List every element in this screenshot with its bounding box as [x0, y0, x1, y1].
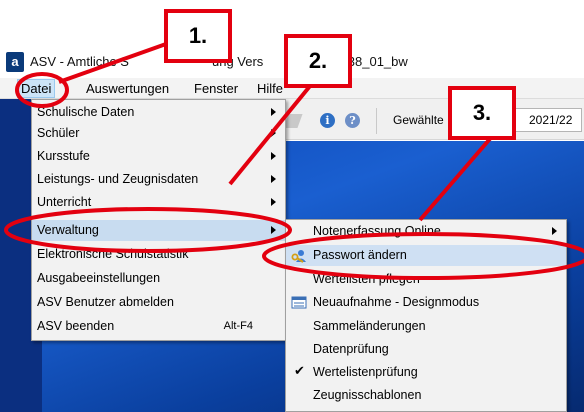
submenu-arrow-icon	[271, 152, 276, 160]
submenu-arrow-icon	[271, 108, 276, 116]
menu-item-zeugnisschablonen[interactable]: Zeugnisschablonen	[286, 385, 566, 406]
menu-item-datenpruefung[interactable]: Datenprüfung	[286, 339, 566, 360]
submenu-arrow-icon	[552, 227, 557, 235]
menu-item-sammelaenderungen[interactable]: Sammeländerungen	[286, 316, 566, 337]
menu-item-leistungsdaten[interactable]: Leistungs- und Zeugnisdaten	[32, 169, 285, 190]
submenu-arrow-icon	[271, 226, 276, 234]
submenu-arrow-icon	[271, 198, 276, 206]
step-2-label: 2.	[284, 34, 352, 88]
menu-item-kursstufe[interactable]: Kursstufe	[32, 146, 285, 167]
menu-item-schulstatistik[interactable]: Elektronische Schulstatistik	[32, 244, 285, 265]
menu-item-neuaufnahme[interactable]: Neuaufnahme - Designmodus	[286, 292, 566, 313]
submenu-arrow-icon	[271, 175, 276, 183]
menu-item-wertelistenpruefung[interactable]: ✔ Wertelistenprüfung	[286, 362, 566, 383]
info-icon[interactable]: i	[320, 113, 335, 128]
menu-hilfe[interactable]: Hilfe	[257, 81, 283, 96]
submenu-arrow-icon	[271, 129, 276, 137]
menu-auswertungen[interactable]: Auswertungen	[86, 81, 169, 96]
help-icon[interactable]: ?	[345, 113, 360, 128]
key-person-icon	[291, 250, 306, 263]
menu-item-notenerfassung[interactable]: Notenerfassung Online	[286, 221, 566, 242]
verwaltung-submenu: Notenerfassung Online Passwort ändern We…	[285, 219, 567, 412]
window-title-part-a: ASV - Amtliche S	[30, 54, 129, 69]
step-1-label: 1.	[164, 9, 232, 63]
menu-item-beenden[interactable]: ASV beenden Alt-F4	[32, 316, 285, 337]
menu-item-schulische-daten[interactable]: Schulische Daten	[32, 102, 285, 123]
menu-item-passwort-aendern[interactable]: Passwort ändern	[286, 245, 566, 266]
toolbar-separator	[376, 108, 377, 134]
shortcut-label: Alt-F4	[223, 320, 253, 332]
menu-item-wertelisten-pflegen[interactable]: Wertelisten pflegen	[286, 269, 566, 290]
step-3-label: 3.	[448, 86, 516, 140]
selected-year-value: 2021/22	[529, 113, 573, 127]
menu-item-ausgabeeinstellungen[interactable]: Ausgabeeinstellungen	[32, 268, 285, 289]
selected-year-label: Gewählte	[393, 113, 444, 127]
form-icon	[291, 296, 307, 309]
menu-item-abmelden[interactable]: ASV Benutzer abmelden	[32, 292, 285, 313]
menu-item-unterricht[interactable]: Unterricht	[32, 192, 285, 213]
app-icon: a	[6, 52, 24, 72]
file-menu: Schulische Daten Schüler Kursstufe Leist…	[31, 99, 286, 341]
menu-fenster[interactable]: Fenster	[194, 81, 238, 96]
menu-item-schueler[interactable]: Schüler	[32, 123, 285, 144]
menu-datei[interactable]: Datei	[17, 79, 56, 98]
menu-item-verwaltung[interactable]: Verwaltung	[32, 220, 285, 241]
checkmark-icon: ✔	[294, 363, 305, 378]
